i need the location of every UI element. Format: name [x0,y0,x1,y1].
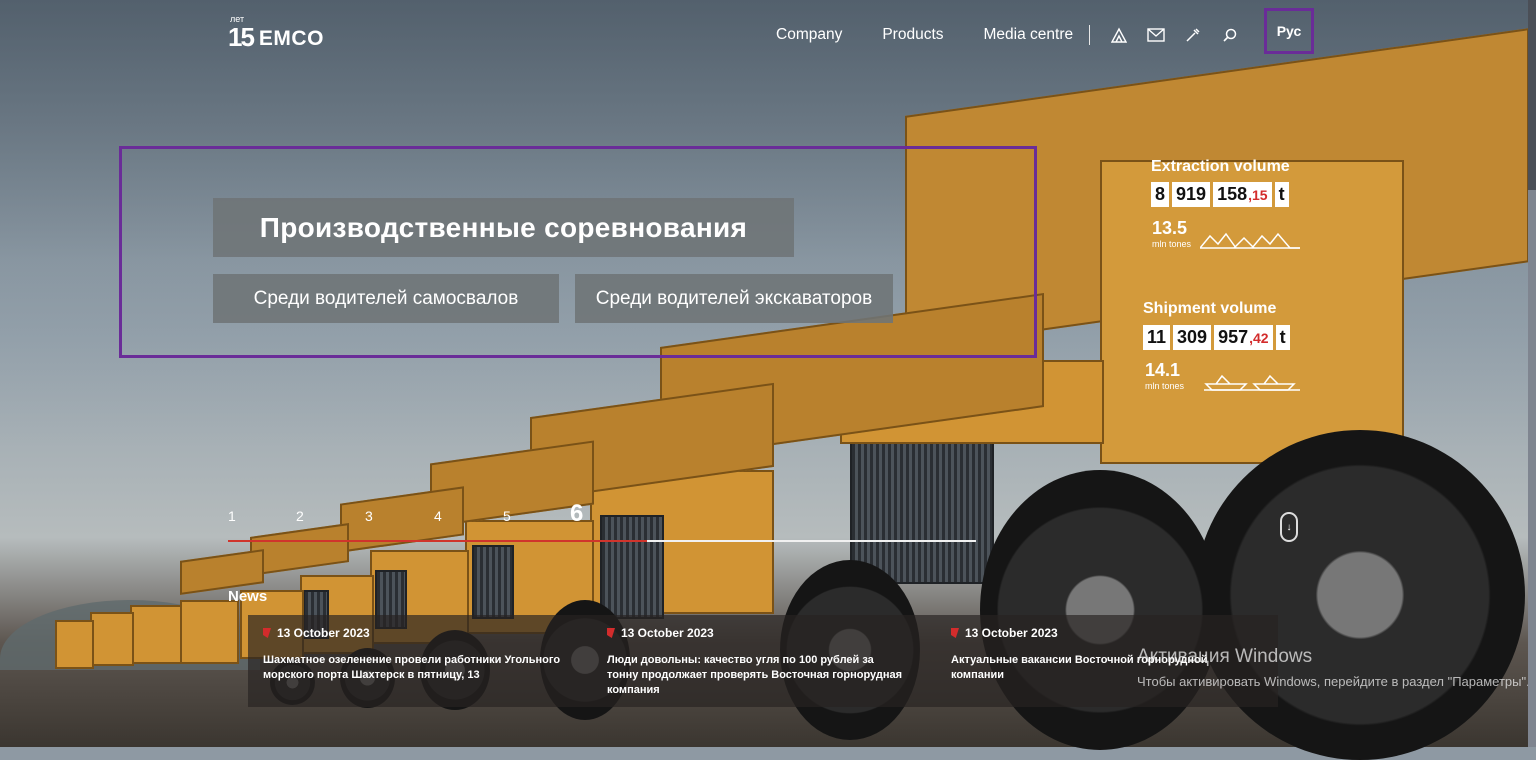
news-text[interactable]: Люди довольны: качество угля по 100 рубл… [607,653,907,698]
shipment-group-3: 957,42 [1214,325,1273,350]
extraction-decimal: ,15 [1248,186,1268,203]
page-scrollbar[interactable] [1528,0,1536,747]
mine-icon[interactable] [1110,26,1128,44]
flag-icon [607,628,615,638]
news-date: 13 October 2023 [277,626,370,640]
search-icon[interactable] [1221,26,1239,44]
slide-number-4[interactable]: 4 [434,508,442,524]
slide-progress-track [228,540,976,542]
nav-media-centre[interactable]: Media centre [984,26,1074,44]
extraction-plan-unit: mln tones [1152,239,1192,249]
news-item[interactable]: 13 October 2023 Шахматное озеленение про… [263,626,583,683]
extraction-title: Extraction volume [1151,158,1290,175]
shipment-unit: t [1275,325,1290,350]
excavator-drivers-button[interactable]: Среди водителей экскаваторов [575,274,893,323]
logo-name: EMCO [258,26,324,50]
scroll-down-icon[interactable]: ↓ [1280,512,1298,542]
extraction-group-3: 158,15 [1213,182,1272,207]
shipment-group-2: 309 [1173,325,1212,350]
slide-progress-fill [228,540,647,542]
flag-icon [263,628,271,638]
slide-number-2[interactable]: 2 [296,508,304,524]
slide-number-1[interactable]: 1 [228,508,236,524]
shipment-title: Shipment volume [1143,300,1277,317]
shipment-plan-value: 14.1 [1145,360,1181,380]
ships-icon [1204,374,1300,391]
news-date: 13 October 2023 [621,626,714,640]
windows-activation-watermark: Активация Windows Чтобы активировать Win… [1137,646,1530,692]
slide-number-6[interactable]: 6 [570,500,583,528]
mail-icon[interactable] [1147,26,1165,44]
site-header: лет 15 EMCO Company Products Media centr… [0,0,1536,72]
main-nav: Company Products Media centre [776,25,1258,45]
slide-number-3[interactable]: 3 [365,508,373,524]
logo-years-label: лет [230,14,245,24]
shipment-counter: 11 309 957,42 t [1143,325,1290,350]
hero-title[interactable]: Производственные соревнования [213,198,794,257]
flag-icon [951,628,959,638]
scrollbar-thumb[interactable] [1528,0,1536,190]
logo-anniversary-mark: 15 [228,22,255,52]
extraction-group-2: 919 [1172,182,1211,207]
shipment-group-3-value: 957 [1218,327,1249,347]
extraction-counter: 8 919 158,15 t [1151,182,1289,207]
mountains-icon [1200,232,1300,249]
shipment-plan-unit: mln tones [1145,381,1185,391]
dump-truck-drivers-button[interactable]: Среди водителей самосвалов [213,274,559,323]
slide-number-5[interactable]: 5 [503,508,511,524]
news-date: 13 October 2023 [965,626,1058,640]
news-text[interactable]: Шахматное озеленение провели работники У… [263,653,583,683]
news-item[interactable]: 13 October 2023 Люди довольны: качество … [607,626,907,698]
shipment-decimal: ,42 [1249,329,1269,346]
activation-text: Чтобы активировать Windows, перейдите в … [1137,674,1530,689]
extraction-group-1: 8 [1151,182,1170,207]
emco-logo[interactable]: лет 15 EMCO [228,14,324,53]
news-label[interactable]: News [228,588,267,605]
extraction-group-3-value: 158 [1217,184,1248,204]
nav-company[interactable]: Company [776,26,842,44]
activation-title: Активация Windows [1137,646,1313,667]
nav-divider [1089,25,1091,45]
extraction-unit: t [1274,182,1289,207]
extraction-plan-value: 13.5 [1152,218,1188,238]
nav-products[interactable]: Products [882,26,943,44]
tools-icon[interactable] [1184,26,1202,44]
shipment-group-1: 11 [1143,325,1171,350]
language-switch[interactable]: Рус [1264,8,1314,54]
